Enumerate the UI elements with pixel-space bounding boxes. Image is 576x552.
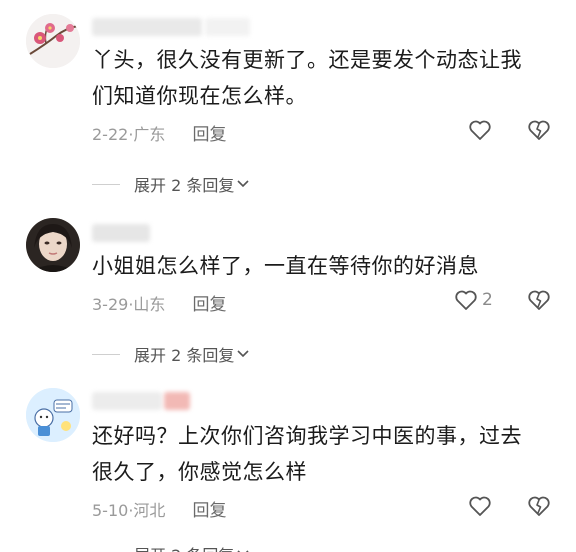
username-redacted: [164, 392, 190, 410]
dislike-button[interactable]: [527, 495, 551, 517]
dislike-button[interactable]: [527, 289, 551, 311]
plum-blossom-icon: [26, 14, 80, 68]
avatar[interactable]: [26, 388, 80, 442]
comment-date: 5-10: [92, 501, 129, 520]
comment-meta: 2-22·广东 回复: [92, 125, 227, 145]
username-redacted: [205, 18, 250, 36]
heart-outline-icon: [469, 496, 491, 516]
comment-text: 丫头，很久没有更新了。还是要发个动态让我 们知道你现在怎么样。: [92, 48, 522, 108]
chevron-down-icon: [237, 350, 249, 358]
username-redacted: [92, 18, 202, 36]
comment-item: 小姐姐怎么样了，一直在等待你的好消息 3-29·山东 回复 2 展开 2 条回复: [0, 210, 576, 370]
comment-item: 丫头，很久没有更新了。还是要发个动态让我 们知道你现在怎么样。 2-22·广东 …: [0, 0, 576, 200]
like-button[interactable]: [468, 495, 496, 517]
like-button[interactable]: 2: [454, 289, 493, 311]
like-button[interactable]: [468, 119, 496, 141]
comment-text: 还好吗？上次你们咨询我学习中医的事，过去 很久了，你感觉怎么样: [92, 424, 522, 484]
comment-text: 小姐姐怎么样了，一直在等待你的好消息: [92, 254, 479, 278]
avatar[interactable]: [26, 218, 80, 272]
reply-button[interactable]: 回复: [193, 125, 227, 145]
expand-replies-button[interactable]: 展开 2 条回复: [92, 342, 250, 366]
dislike-button[interactable]: [527, 119, 551, 141]
like-count: 2: [482, 290, 493, 310]
comment-date: 2-22: [92, 125, 129, 144]
comment-item: 还好吗？上次你们咨询我学习中医的事，过去 很久了，你感觉怎么样 5-10·河北 …: [0, 382, 576, 552]
broken-heart-icon: [528, 120, 550, 140]
reply-button[interactable]: 回复: [193, 295, 227, 315]
comment-location: 山东: [133, 295, 166, 314]
expand-replies-button[interactable]: 展开 2 条回复: [92, 172, 250, 196]
comment-date: 3-29: [92, 295, 129, 314]
heart-outline-icon: [469, 120, 491, 140]
divider: [92, 183, 120, 185]
expand-replies-button[interactable]: 展开 2 条回复: [92, 542, 250, 552]
reply-button[interactable]: 回复: [193, 501, 227, 521]
comment-meta: 3-29·山东 回复: [92, 295, 227, 315]
avatar[interactable]: [26, 14, 80, 68]
broken-heart-icon: [528, 290, 550, 310]
heart-outline-icon: [455, 290, 477, 310]
chevron-down-icon: [237, 180, 249, 188]
cartoon-avatar-icon: [26, 388, 80, 442]
username-redacted: [92, 224, 150, 242]
portrait-icon: [26, 218, 80, 272]
comment-location: 广东: [133, 125, 166, 144]
divider: [92, 353, 120, 355]
broken-heart-icon: [528, 496, 550, 516]
comment-meta: 5-10·河北 回复: [92, 501, 227, 521]
comment-location: 河北: [133, 501, 166, 520]
username-redacted: [92, 392, 162, 410]
